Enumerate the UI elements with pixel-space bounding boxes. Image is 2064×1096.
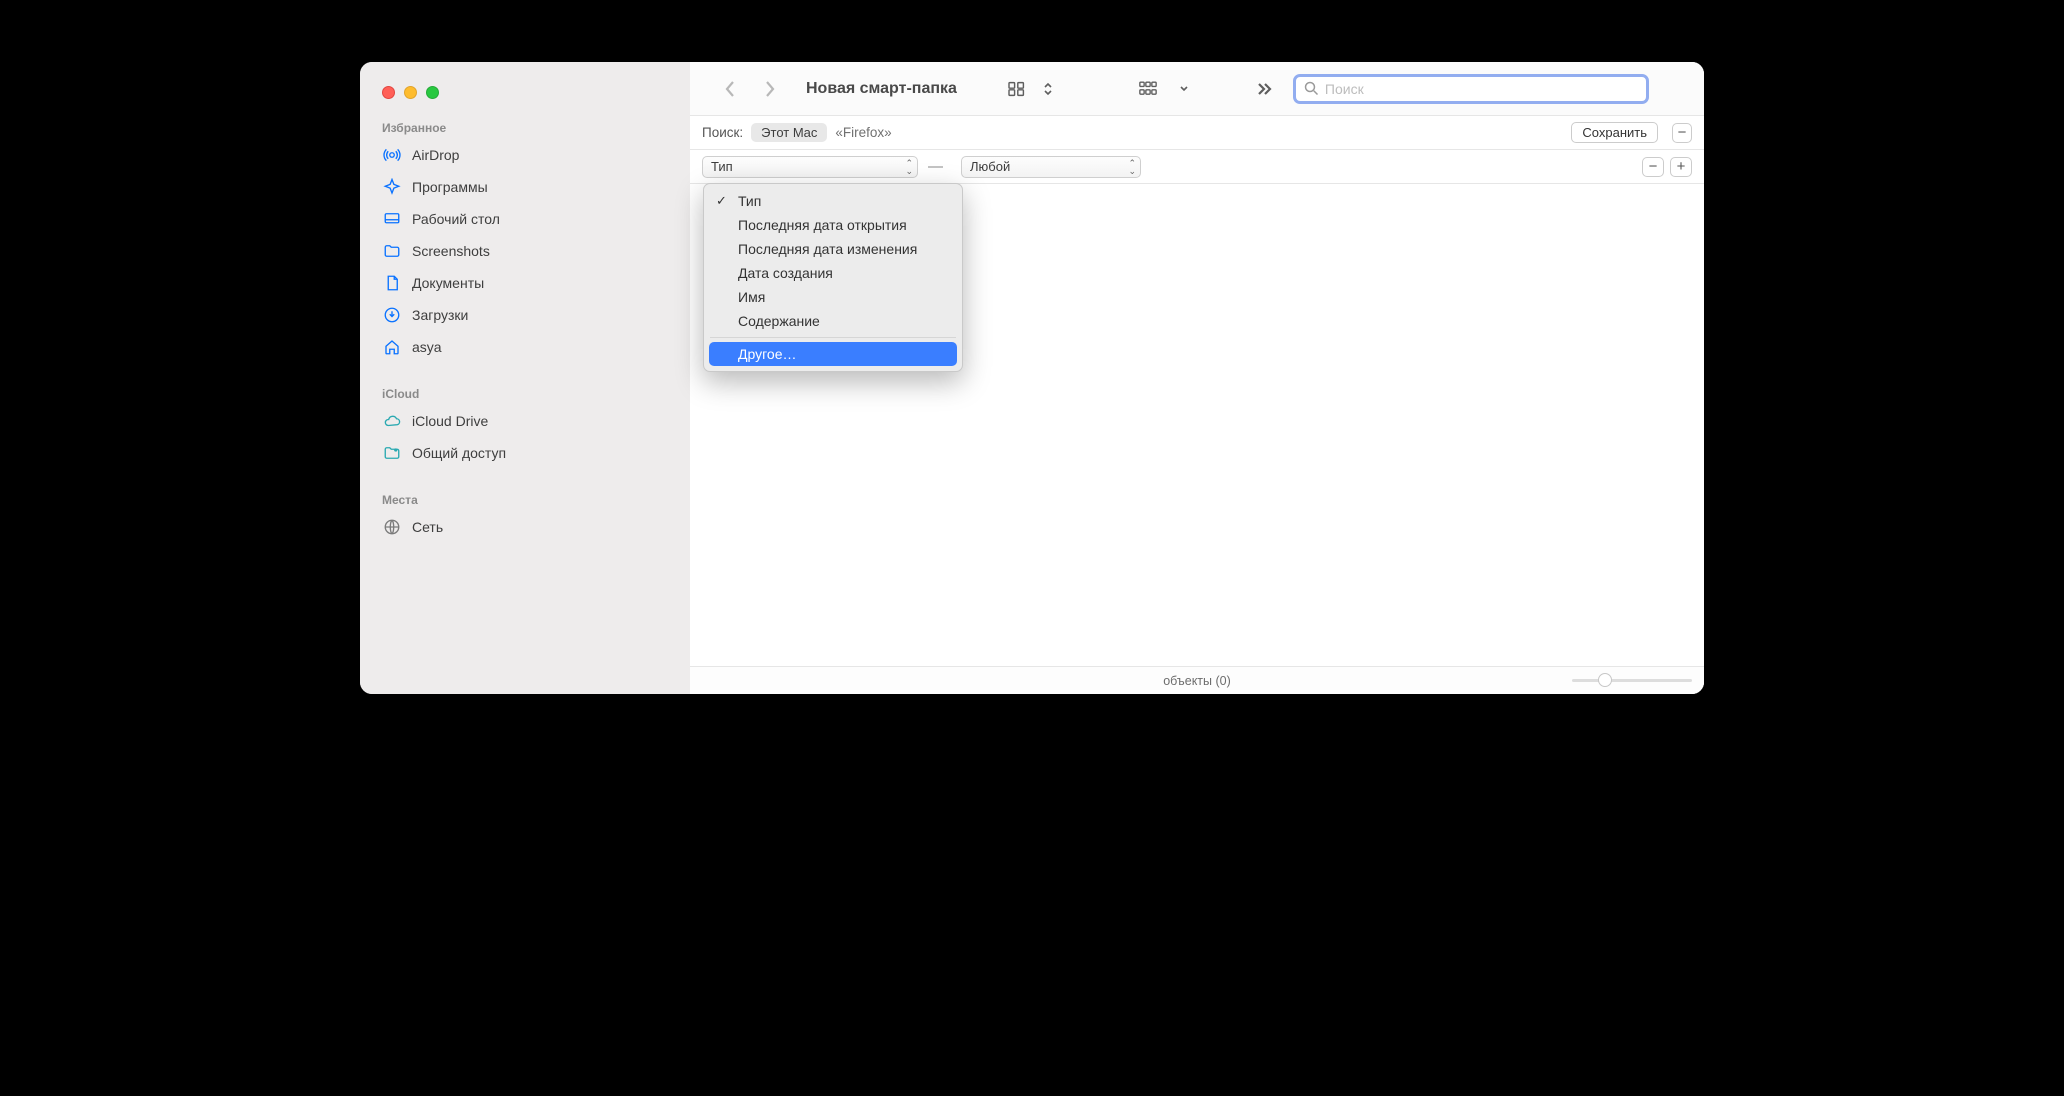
shared-folder-icon [382, 443, 402, 463]
sidebar-item-label: AirDrop [412, 147, 459, 163]
menu-item-label: Другое… [738, 346, 796, 362]
menu-separator [710, 337, 956, 338]
menu-item-name[interactable]: Имя [704, 285, 962, 309]
sidebar-item-desktop[interactable]: Рабочий стол [360, 203, 690, 235]
home-icon [382, 337, 402, 357]
main-pane: Новая смарт-папка [690, 62, 1704, 694]
desktop-icon [382, 209, 402, 229]
search-input[interactable] [1325, 81, 1638, 97]
sidebar-item-icloud-drive[interactable]: iCloud Drive [360, 405, 690, 437]
search-scope-bar: Поиск: Этот Mac «Firefox» Сохранить − [690, 116, 1704, 150]
remove-criteria-button[interactable]: − [1642, 157, 1664, 177]
sidebar-item-screenshots[interactable]: Screenshots [360, 235, 690, 267]
menu-item-label: Последняя дата изменения [738, 241, 917, 257]
downloads-icon [382, 305, 402, 325]
sidebar-item-downloads[interactable]: Загрузки [360, 299, 690, 331]
group-button[interactable] [1133, 77, 1169, 101]
close-window-button[interactable] [382, 86, 395, 99]
criteria-attribute-value: Тип [711, 159, 733, 174]
sidebar: Избранное AirDrop Программы Рабочий стол… [360, 62, 690, 694]
menu-item-type[interactable]: ✓ Тип [704, 189, 962, 213]
add-criteria-button[interactable]: + [1670, 157, 1692, 177]
group-chevron-icon[interactable] [1173, 80, 1195, 98]
menu-item-contents[interactable]: Содержание [704, 309, 962, 333]
sidebar-item-label: Рабочий стол [412, 211, 500, 227]
sidebar-item-network[interactable]: Сеть [360, 511, 690, 543]
menu-item-label: Содержание [738, 313, 820, 329]
remove-scope-button[interactable]: − [1672, 123, 1692, 143]
check-icon: ✓ [716, 193, 730, 209]
criteria-attribute-select[interactable]: Тип ⌃⌄ ✓ Тип Последняя дата открытия Пос… [702, 156, 918, 178]
menu-item-label: Имя [738, 289, 765, 305]
window-title: Новая смарт-папка [806, 80, 957, 98]
criteria-row: Тип ⌃⌄ ✓ Тип Последняя дата открытия Пос… [690, 150, 1704, 184]
sidebar-section-icloud: iCloud [360, 381, 690, 405]
criteria-attribute-menu: ✓ Тип Последняя дата открытия Последняя … [703, 183, 963, 372]
toolbar: Новая смарт-папка [690, 62, 1704, 116]
menu-item-label: Тип [738, 193, 761, 209]
minimize-window-button[interactable] [404, 86, 417, 99]
chevron-updown-icon: ⌃⌄ [1128, 159, 1136, 175]
criteria-add-remove: − + [1642, 157, 1692, 177]
criteria-dash: — [928, 158, 943, 175]
view-icons-button[interactable] [1001, 77, 1033, 101]
menu-item-label: Дата создания [738, 265, 833, 281]
sidebar-item-label: asya [412, 339, 442, 355]
sidebar-item-label: Общий доступ [412, 445, 506, 461]
criteria-value-select[interactable]: Любой ⌃⌄ [961, 156, 1141, 178]
sidebar-item-home[interactable]: asya [360, 331, 690, 363]
sidebar-item-label: Загрузки [412, 307, 468, 323]
sidebar-item-airdrop[interactable]: AirDrop [360, 139, 690, 171]
sidebar-item-label: Screenshots [412, 243, 490, 259]
criteria-value-value: Любой [970, 159, 1010, 174]
sidebar-item-applications[interactable]: Программы [360, 171, 690, 203]
sidebar-item-label: Сеть [412, 519, 443, 535]
sidebar-item-label: Документы [412, 275, 484, 291]
applications-icon [382, 177, 402, 197]
sidebar-item-label: Программы [412, 179, 488, 195]
status-text: объекты (0) [1163, 674, 1231, 688]
finder-window: Избранное AirDrop Программы Рабочий стол… [360, 62, 1704, 694]
documents-icon [382, 273, 402, 293]
sidebar-section-favorites: Избранное [360, 115, 690, 139]
save-search-button[interactable]: Сохранить [1571, 122, 1658, 143]
status-bar: объекты (0) [690, 666, 1704, 694]
search-box[interactable] [1293, 74, 1649, 104]
window-controls [360, 80, 690, 115]
menu-item-label: Последняя дата открытия [738, 217, 907, 233]
menu-item-created[interactable]: Дата создания [704, 261, 962, 285]
network-icon [382, 517, 402, 537]
search-icon [1304, 81, 1319, 96]
sidebar-item-documents[interactable]: Документы [360, 267, 690, 299]
scope-label: Поиск: [702, 125, 743, 140]
forward-button[interactable] [762, 78, 778, 100]
menu-item-other[interactable]: Другое… [709, 342, 957, 366]
scope-current-folder[interactable]: «Firefox» [835, 125, 891, 140]
folder-icon [382, 241, 402, 261]
slider-thumb[interactable] [1598, 673, 1612, 687]
chevron-updown-icon: ⌃⌄ [905, 159, 913, 175]
sidebar-section-locations: Места [360, 487, 690, 511]
back-button[interactable] [722, 78, 738, 100]
fullscreen-window-button[interactable] [426, 86, 439, 99]
scope-this-mac[interactable]: Этот Mac [751, 123, 827, 142]
cloud-icon [382, 411, 402, 431]
menu-item-last-modified[interactable]: Последняя дата изменения [704, 237, 962, 261]
sidebar-item-shared[interactable]: Общий доступ [360, 437, 690, 469]
view-updown-icon[interactable] [1037, 77, 1059, 101]
sidebar-item-label: iCloud Drive [412, 413, 488, 429]
icon-size-slider[interactable] [1572, 679, 1692, 682]
nav-arrows [722, 78, 778, 100]
more-tools-button[interactable] [1249, 78, 1279, 100]
menu-item-last-opened[interactable]: Последняя дата открытия [704, 213, 962, 237]
airdrop-icon [382, 145, 402, 165]
